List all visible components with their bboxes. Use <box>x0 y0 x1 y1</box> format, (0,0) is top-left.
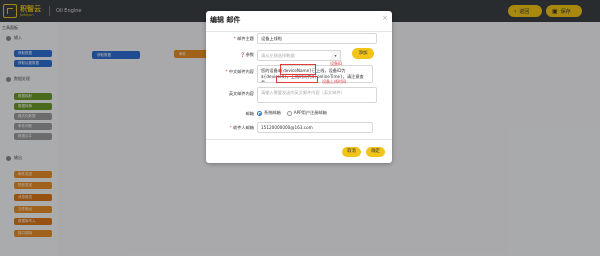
cn-content-label: * 中文邮件内容 <box>225 69 254 74</box>
mailbox-option-app-user[interactable]: APP用户注册邮箱 <box>286 110 327 116</box>
close-icon[interactable]: × <box>382 14 388 22</box>
highlight-box <box>276 76 318 83</box>
annotation-device-id: 设备ID <box>330 61 343 66</box>
mailbox-option-label: 系统邮箱 <box>264 110 281 115</box>
annotation-online-time: 设备上线时间 <box>322 79 346 84</box>
params-label-text: 参数 <box>245 52 254 57</box>
en-content-label: 英文邮件内容 <box>228 91 254 96</box>
recipient-label-text: 收件人邮箱 <box>233 125 254 130</box>
add-param-button[interactable]: 添加 <box>352 48 374 59</box>
en-content-textarea[interactable]: 请输入需要发送的英文邮件内容（英文邮件） <box>257 87 377 103</box>
subject-label: * 邮件主题 <box>233 36 254 41</box>
cn-content-label-text: 中文邮件内容 <box>228 69 254 74</box>
chevron-down-icon[interactable]: ▾ <box>331 50 341 61</box>
edit-email-modal: 编辑 邮件 × * 邮件主题 设备上线啦 ❓参数 请从左侧选择数据 ▾ 添加 *… <box>206 11 392 163</box>
params-select[interactable]: 请从左侧选择数据 <box>257 50 332 61</box>
recipient-input[interactable]: 15120000000@163.com <box>257 122 373 133</box>
recipient-label: * 收件人邮箱 <box>229 125 254 130</box>
radio-selected-icon <box>257 110 262 116</box>
mailbox-option-label: APP用户注册邮箱 <box>293 110 327 115</box>
modal-title: 编辑 邮件 <box>210 16 241 24</box>
cancel-button[interactable]: 取消 <box>342 147 361 157</box>
mailbox-radio-group: 系统邮箱 APP用户注册邮箱 <box>257 110 327 116</box>
confirm-button[interactable]: 确定 <box>366 147 385 157</box>
mailbox-option-system[interactable]: 系统邮箱 <box>257 110 281 116</box>
subject-input[interactable]: 设备上线啦 <box>257 33 377 44</box>
modal-divider <box>206 31 392 32</box>
highlight-box <box>280 64 316 75</box>
subject-label-text: 邮件主题 <box>237 36 254 41</box>
params-label: ❓参数 <box>206 52 254 58</box>
radio-icon <box>286 110 292 116</box>
mailbox-label: 邮箱 <box>245 111 254 116</box>
modal-footer-divider <box>206 139 392 140</box>
